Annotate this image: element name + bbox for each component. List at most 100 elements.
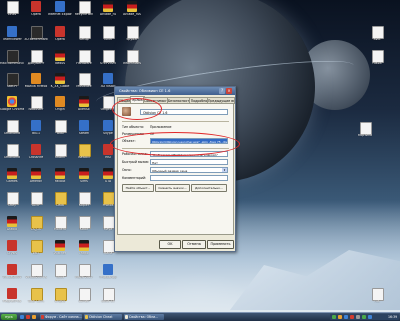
desktop-icon[interactable]: Crysis: [2, 240, 22, 262]
desktop-icon[interactable]: Modera: [50, 216, 70, 238]
volume-icon[interactable]: [356, 315, 360, 319]
comment-field[interactable]: [150, 175, 228, 181]
desktop-icon[interactable]: Opera: [26, 1, 46, 23]
shortcut-name-field[interactable]: Oblivion CE 1.6: [140, 109, 228, 115]
shortcut-icon: [7, 264, 17, 275]
battery-icon[interactable]: [362, 315, 366, 319]
desktop-icon[interactable]: Fallout: [50, 168, 70, 190]
desktop-icon[interactable]: Корзина: [355, 122, 375, 144]
desktop-icon[interactable]: Magic: [74, 240, 94, 262]
desktop-icon[interactable]: Setup: [74, 26, 94, 48]
desktop-icon[interactable]: Oklahoma: [2, 144, 22, 166]
language-icon[interactable]: [368, 315, 372, 319]
desktop-icon[interactable]: Recycle Bin: [74, 1, 94, 23]
desktop-icon[interactable]: Opera: [50, 26, 70, 48]
desktop-icon[interactable]: AlienSE: [74, 96, 94, 118]
desktop-icon[interactable]: Okey: [2, 192, 22, 214]
desktop-icon[interactable]: 3D Benchmark: [24, 26, 48, 48]
desktop-icon-label: Kotor: [79, 228, 89, 231]
opera-quicklaunch-icon[interactable]: [26, 314, 30, 319]
desktop-icon[interactable]: Sims: [74, 168, 94, 190]
desktop-icon[interactable]: dx11: [26, 120, 46, 142]
cancel-button[interactable]: Отмена: [182, 240, 206, 249]
apply-button[interactable]: Применить: [207, 240, 234, 249]
desktop-icon[interactable]: Tuner: [98, 26, 118, 48]
desktop-icon[interactable]: Arcade_ru: [98, 1, 118, 23]
desktop-icon[interactable]: Insomniacs: [122, 50, 142, 72]
desktop-icon[interactable]: Ameron: [26, 168, 46, 190]
desktop-icon[interactable]: Тeamviewer: [2, 26, 22, 48]
desktop-icon[interactable]: Virtual2004-s: [25, 264, 47, 286]
desktop-icon[interactable]: Hardware: [74, 50, 94, 72]
desktop-icon[interactable]: CrossFire: [26, 144, 46, 166]
desktop-icon[interactable]: rus: [367, 288, 387, 310]
hotkey-field[interactable]: Нет: [150, 159, 228, 165]
ok-button[interactable]: OK: [159, 240, 181, 249]
desktop-icon[interactable]: Maya 2017: [74, 264, 94, 286]
desktop-icon[interactable]: Deus Ex: [98, 288, 118, 310]
clock[interactable]: 16:39: [388, 314, 397, 320]
shortcut-icon: [55, 73, 65, 84]
opera-icon: [41, 315, 44, 319]
ie-quicklaunch-icon[interactable]: [20, 314, 24, 319]
desktop-icon[interactable]: Lingvo: [50, 288, 70, 310]
desktop-icon[interactable]: Spyder: [122, 26, 142, 48]
desktop-icon[interactable]: Mozilla Firefox: [25, 73, 47, 95]
desktop-icon[interactable]: CS_GO: [26, 216, 46, 238]
shortcut-panel: Oblivion CE 1.6 Тип объекта: Приложение …: [117, 103, 234, 235]
desktop-icon[interactable]: Arcade_rus: [122, 1, 142, 23]
close-button[interactable]: ×: [226, 88, 232, 94]
advanced-button[interactable]: Дополнительно...: [191, 184, 227, 192]
change-icon-button[interactable]: Сменить значок...: [155, 184, 190, 192]
dialog-titlebar[interactable]: Свойства: Обливион CE 1.6 ? ×: [115, 87, 235, 95]
desktop-icon[interactable]: rus28: [367, 50, 387, 72]
desktop-icon[interactable]: Oklahoma: [2, 120, 22, 142]
desktop-icon[interactable]: Kotor: [74, 216, 94, 238]
desktop-icon[interactable]: STEP2025: [98, 50, 118, 72]
desktop-icon[interactable]: MagnetPlus: [2, 288, 22, 310]
desktop-icon[interactable]: Lumen: [74, 288, 94, 310]
chevron-down-icon[interactable]: ▾: [222, 168, 227, 172]
desktop-icon[interactable]: Data: [50, 192, 70, 214]
desktop-icon[interactable]: Mail communicat.: [0, 50, 24, 72]
firefox-quicklaunch-icon[interactable]: [32, 314, 36, 319]
desktop-icon[interactable]: Links: [2, 1, 22, 23]
desktop-icon[interactable]: Virtual2004: [2, 264, 22, 286]
antivirus-icon[interactable]: [350, 315, 354, 319]
task-button-properties[interactable]: Свойства: Обли...: [124, 314, 164, 320]
task-button-oblivion[interactable]: Oblivion Cheat: [84, 314, 122, 320]
desktop-icon[interactable]: Vault: [50, 264, 70, 286]
desktop-icon[interactable]: Документ: [26, 50, 46, 72]
desktop-icon[interactable]: AIMP: [26, 192, 46, 214]
find-target-button[interactable]: Найти объект...: [122, 184, 154, 192]
desktop-icon[interactable]: K_3X_Globe: [50, 73, 70, 95]
desktop-icon[interactable]: Okami: [50, 144, 70, 166]
desktop-icon[interactable]: MusicBee: [74, 73, 94, 95]
target-field[interactable]: Oblivion\Oblivion Launcher.exe" -skin -f…: [150, 138, 228, 144]
help-button[interactable]: ?: [219, 88, 225, 94]
desktop-icon[interactable]: Google Chrome: [0, 96, 24, 118]
desktop-icon[interactable]: Star-PI: [2, 73, 22, 95]
desktop-icon[interactable]: Kopier: [74, 192, 94, 214]
desktop-icon[interactable]: Games: [2, 168, 22, 190]
skype-icon[interactable]: [344, 315, 348, 319]
desktop-icon[interactable]: avid: [367, 26, 387, 48]
task-button-forum[interactable]: Форум - Сайт компа...: [40, 314, 82, 320]
workdir-field[interactable]: "D:\Program CE\Oblivion Launcher\Dialogs…: [150, 151, 228, 157]
desktop-icon[interactable]: Total Com.: [26, 288, 46, 310]
desktop-icon[interactable]: Diablo: [2, 216, 22, 238]
desktop-icon[interactable]: Internet Explorer: [48, 1, 72, 23]
desktop-icon[interactable]: Origin: [50, 96, 70, 118]
desktop-icon[interactable]: Kawalli: [74, 144, 94, 166]
start-button[interactable]: пуск: [1, 314, 17, 320]
network-icon[interactable]: [332, 315, 336, 319]
desktop-icon[interactable]: IsoBuster: [26, 96, 46, 118]
desktop-icon[interactable]: Witcher: [50, 240, 70, 262]
desktop-icon[interactable]: WoT: [26, 240, 46, 262]
update-icon[interactable]: [338, 315, 342, 319]
desktop-icon[interactable]: Total: [50, 120, 70, 142]
desktop-icon[interactable]: Steam: [74, 120, 94, 142]
desktop-icon[interactable]: Nexus: [50, 50, 70, 72]
window-select[interactable]: Обычный размер окна ▾: [150, 167, 228, 173]
desktop-icon[interactable]: Photoshop: [98, 264, 118, 286]
